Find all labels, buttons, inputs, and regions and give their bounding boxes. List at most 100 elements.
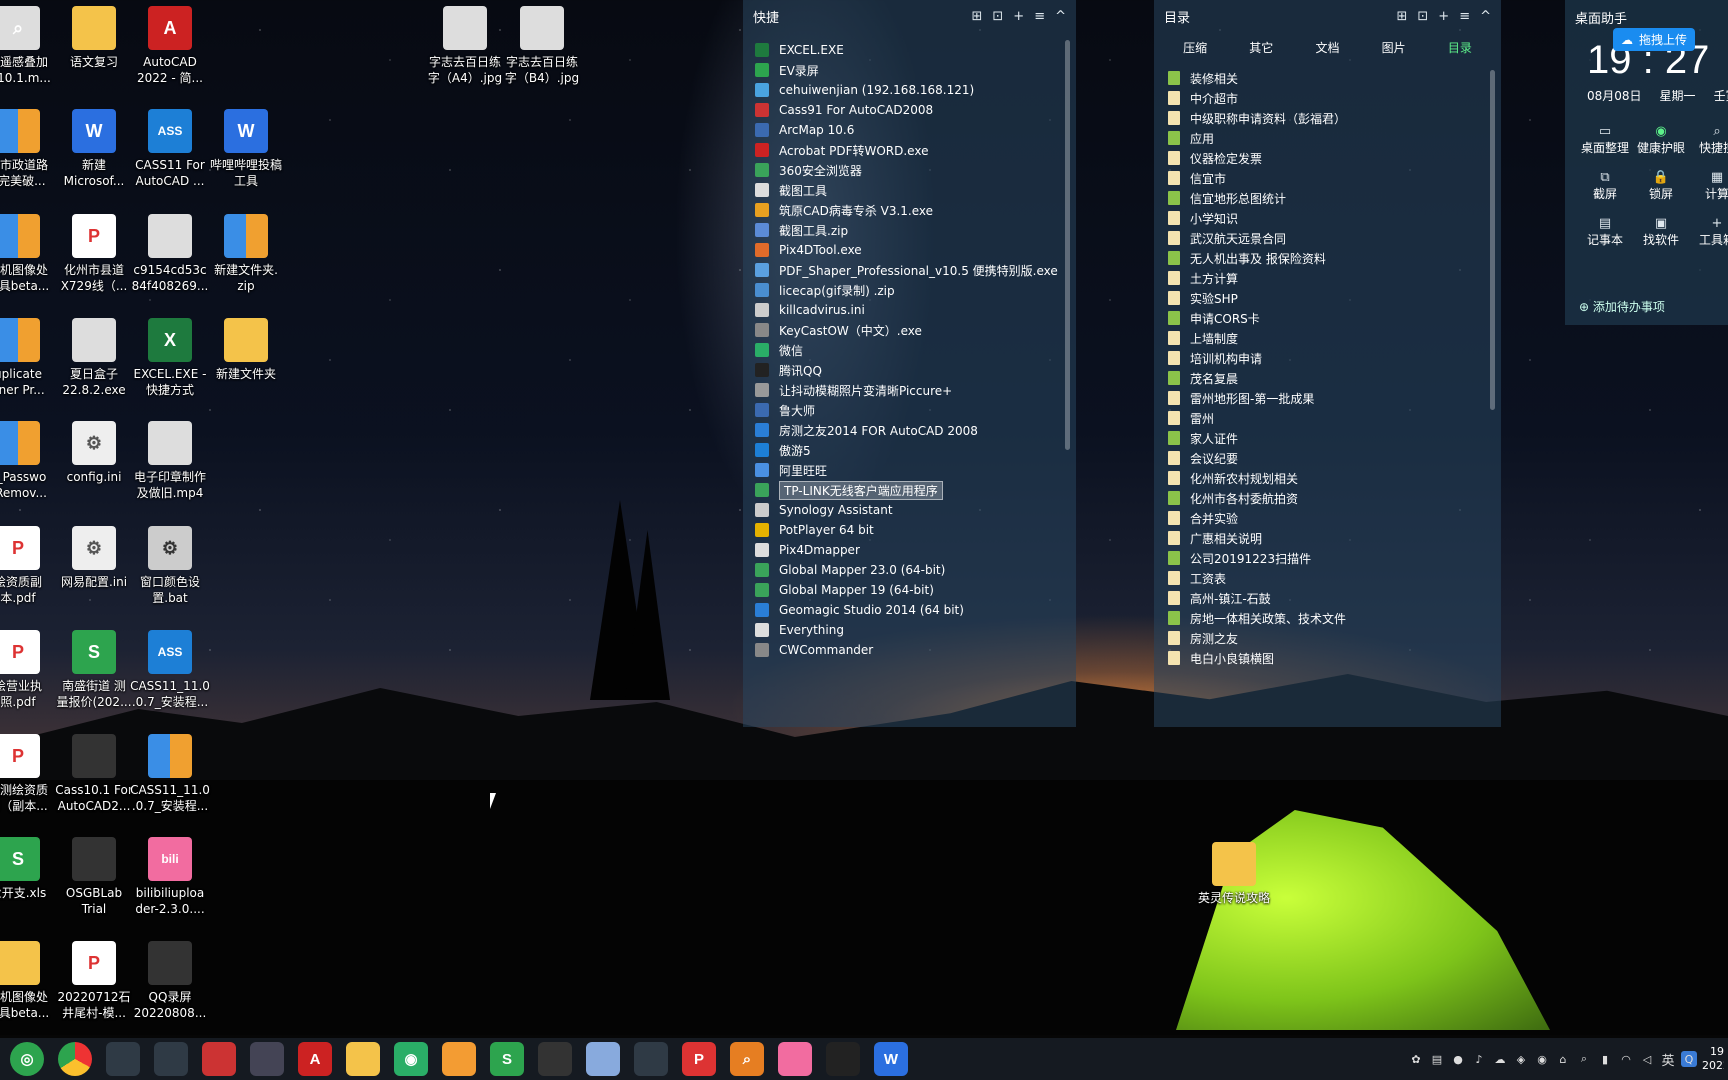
dir-item[interactable]: 茂名复晨 bbox=[1154, 368, 1501, 388]
folder-app-taskbar-icon[interactable] bbox=[442, 1042, 476, 1076]
quick-item[interactable]: 微信 bbox=[743, 340, 1076, 360]
wechat-taskbar-icon[interactable]: ◉ bbox=[394, 1042, 428, 1076]
dir-item[interactable]: 无人机出事及 报保险资料 bbox=[1154, 248, 1501, 268]
quick-item[interactable]: EXCEL.EXE bbox=[743, 40, 1076, 60]
quick-item[interactable]: killcadvirus.ini bbox=[743, 300, 1076, 320]
quick-item[interactable]: licecap(gif录制) .zip bbox=[743, 280, 1076, 300]
dir-item[interactable]: 工资表 bbox=[1154, 568, 1501, 588]
menu-icon[interactable]: ≡ bbox=[1034, 9, 1045, 24]
dir-item[interactable]: 应用 bbox=[1154, 128, 1501, 148]
assistant-tool[interactable]: + 工具箱 bbox=[1689, 216, 1728, 248]
quick-item[interactable]: 筑原CAD病毒专杀 V3.1.exe bbox=[743, 200, 1076, 220]
signal-icon[interactable]: ▮ bbox=[1597, 1051, 1613, 1067]
quick-item[interactable]: TP-LINK无线客户端应用程序 bbox=[743, 480, 1076, 500]
dir-item[interactable]: 房地一体相关政策、技术文件 bbox=[1154, 608, 1501, 628]
image-taskbar-icon[interactable] bbox=[586, 1042, 620, 1076]
wechat-tray-icon[interactable]: ◉ bbox=[1534, 1051, 1550, 1067]
assistant-tool[interactable]: ⌕ 快捷搜 bbox=[1689, 124, 1728, 156]
desktop-icon[interactable]: ⚙ 窗口颜色设 置.bat bbox=[122, 522, 218, 614]
microphone-icon[interactable]: ♪ bbox=[1471, 1051, 1487, 1067]
quick-item[interactable]: 腾讯QQ bbox=[743, 360, 1076, 380]
dir-item[interactable]: 信宜市 bbox=[1154, 168, 1501, 188]
dir-item[interactable]: 雷州地形图-第一批成果 bbox=[1154, 388, 1501, 408]
collapse-icon[interactable]: ^ bbox=[1055, 9, 1066, 24]
quick-item[interactable]: Everything bbox=[743, 620, 1076, 640]
assistant-tool[interactable]: ◉ 健康护眼 bbox=[1633, 124, 1689, 156]
search-tray-icon[interactable]: ⌕ bbox=[1576, 1051, 1592, 1067]
dir-item[interactable]: 武汉航天远景合同 bbox=[1154, 228, 1501, 248]
quick-item[interactable]: PDF_Shaper_Professional_v10.5 便携特别版.exe bbox=[743, 260, 1076, 280]
tray-app-icon[interactable]: Q bbox=[1681, 1051, 1697, 1067]
explorer-taskbar-icon[interactable] bbox=[346, 1042, 380, 1076]
quick-item[interactable]: cehuiwenjian (192.168.168.121) bbox=[743, 80, 1076, 100]
dir-item[interactable]: 上墙制度 bbox=[1154, 328, 1501, 348]
bilibili-taskbar-icon[interactable] bbox=[778, 1042, 812, 1076]
dir-tab[interactable]: 文档 bbox=[1307, 39, 1347, 56]
desktop-icon[interactable]: 字志去百日练 字（B4）.jpg bbox=[494, 2, 590, 94]
desktop-icon[interactable]: A AutoCAD 2022 - 简... bbox=[122, 2, 218, 94]
quick-item[interactable]: PotPlayer 64 bit bbox=[743, 520, 1076, 540]
dir-item[interactable]: 房测之友 bbox=[1154, 628, 1501, 648]
acrobat-taskbar-icon[interactable]: P bbox=[682, 1042, 716, 1076]
dir-item[interactable]: 雷州 bbox=[1154, 408, 1501, 428]
dir-item[interactable]: 合并实验 bbox=[1154, 508, 1501, 528]
assistant-tool[interactable]: ▤ 记事本 bbox=[1577, 216, 1633, 248]
quick-item[interactable]: Global Mapper 23.0 (64-bit) bbox=[743, 560, 1076, 580]
dir-item[interactable]: 电白小良镇横图 bbox=[1154, 648, 1501, 668]
search-taskbar-icon[interactable]: ⌕ bbox=[730, 1042, 764, 1076]
lock-icon[interactable]: ⊡ bbox=[1417, 9, 1428, 24]
quick-item[interactable]: KeyCastOW（中文）.exe bbox=[743, 320, 1076, 340]
dir-item[interactable]: 实验SHP bbox=[1154, 288, 1501, 308]
dir-item[interactable]: 公司20191223扫描件 bbox=[1154, 548, 1501, 568]
desktop-icon[interactable]: 电子印章制作 及做旧.mp4 bbox=[122, 417, 218, 509]
desktop-icon[interactable]: CASS11_11.0 .0.7_安装程... bbox=[122, 730, 218, 822]
quick-item[interactable]: 阿里旺旺 bbox=[743, 460, 1076, 480]
assistant-tool[interactable]: ▦ 计算 bbox=[1689, 170, 1728, 202]
volume-icon[interactable]: ◁ bbox=[1639, 1051, 1655, 1067]
dir-item[interactable]: 广惠相关说明 bbox=[1154, 528, 1501, 548]
quick-item[interactable]: Pix4DTool.exe bbox=[743, 240, 1076, 260]
dir-tab[interactable]: 图片 bbox=[1374, 39, 1414, 56]
dir-item[interactable]: 化州新农村规划相关 bbox=[1154, 468, 1501, 488]
desktop-icon[interactable]: ASS CASS11_11.0 .0.7_安装程... bbox=[122, 626, 218, 718]
dir-tab[interactable]: 目录 bbox=[1440, 39, 1480, 56]
dir-item[interactable]: 化州市各村委航拍资 bbox=[1154, 488, 1501, 508]
dir-item[interactable]: 申请CORS卡 bbox=[1154, 308, 1501, 328]
quick-item[interactable]: 截图工具.zip bbox=[743, 220, 1076, 240]
dir-item[interactable]: 高州-镇江-石鼓 bbox=[1154, 588, 1501, 608]
grid-icon[interactable]: ⊞ bbox=[971, 9, 982, 24]
taskbar-clock[interactable]: 19 2022 bbox=[1702, 1045, 1724, 1073]
quick-item[interactable]: 截图工具 bbox=[743, 180, 1076, 200]
quick-item[interactable]: Global Mapper 19 (64-bit) bbox=[743, 580, 1076, 600]
shield-icon[interactable]: ◈ bbox=[1513, 1051, 1529, 1067]
quick-item[interactable]: Cass91 For AutoCAD2008 bbox=[743, 100, 1076, 120]
desktop-icon[interactable]: QQ录屏 20220808... bbox=[122, 937, 218, 1029]
menu-icon[interactable]: ≡ bbox=[1459, 9, 1470, 24]
quick-item[interactable]: EV录屏 bbox=[743, 60, 1076, 80]
quick-item[interactable]: 房测之友2014 FOR AutoCAD 2008 bbox=[743, 420, 1076, 440]
global-mapper-taskbar-icon[interactable] bbox=[154, 1042, 188, 1076]
add-icon[interactable]: + bbox=[1013, 9, 1024, 24]
quick-item[interactable]: 鲁大师 bbox=[743, 400, 1076, 420]
add-todo-button[interactable]: ⊕ 添加待办事项 bbox=[1579, 298, 1665, 315]
ime-indicator[interactable]: 英 bbox=[1660, 1051, 1676, 1069]
quick-item[interactable]: Pix4Dmapper bbox=[743, 540, 1076, 560]
wps-taskbar-icon[interactable]: S bbox=[490, 1042, 524, 1076]
dir-item[interactable]: 小学知识 bbox=[1154, 208, 1501, 228]
cass91-taskbar-icon[interactable] bbox=[202, 1042, 236, 1076]
assistant-tool[interactable]: ▣ 找软件 bbox=[1633, 216, 1689, 248]
dir-item[interactable]: 培训机构申请 bbox=[1154, 348, 1501, 368]
quick-item[interactable]: Synology Assistant bbox=[743, 500, 1076, 520]
dir-item[interactable]: 仪器检定发票 bbox=[1154, 148, 1501, 168]
add-icon[interactable]: + bbox=[1438, 9, 1449, 24]
global-mapper-taskbar-icon[interactable] bbox=[634, 1042, 668, 1076]
quick-item[interactable]: CWCommander bbox=[743, 640, 1076, 660]
word-taskbar-icon[interactable]: W bbox=[874, 1042, 908, 1076]
wifi-icon[interactable]: ◠ bbox=[1618, 1051, 1634, 1067]
360-taskbar-icon[interactable]: ◎ bbox=[10, 1042, 44, 1076]
assistant-tool[interactable]: ⧉ 截屏 bbox=[1577, 170, 1633, 202]
assistant-tool[interactable]: ▭ 桌面整理 bbox=[1577, 124, 1633, 156]
dir-item[interactable]: 装修相关 bbox=[1154, 68, 1501, 88]
assistant-tool[interactable]: 🔒 锁屏 bbox=[1633, 170, 1689, 202]
quick-item[interactable]: 360安全浏览器 bbox=[743, 160, 1076, 180]
